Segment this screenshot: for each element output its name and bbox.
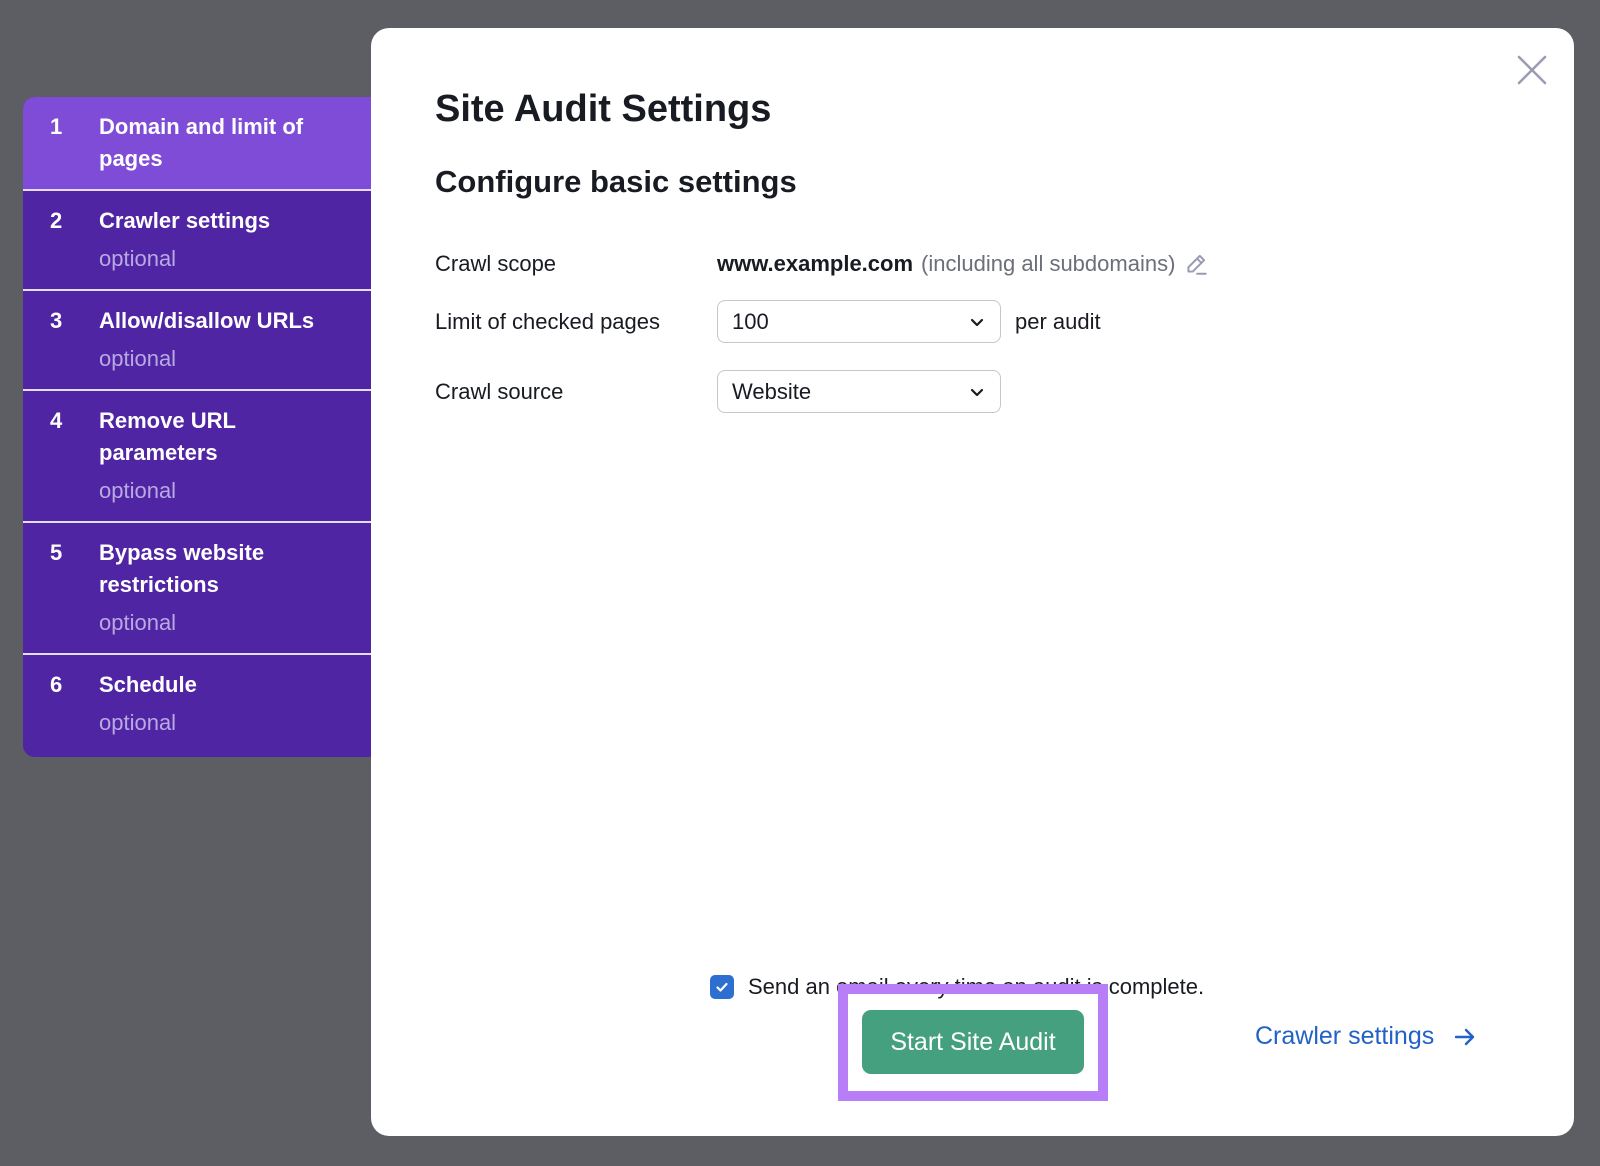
step-crawler-settings[interactable]: 2 Crawler settings optional [23,191,371,291]
step-number: 2 [50,208,63,233]
next-crawler-settings-link[interactable]: Crawler settings [1255,1022,1478,1051]
next-link-label: Crawler settings [1255,1022,1435,1050]
step-domain-and-limit[interactable]: 1 Domain and limit of pages [23,97,371,191]
checkmark-icon [716,982,728,992]
step-remove-url-parameters[interactable]: 4 Remove URL parameters optional [23,391,371,523]
source-row: Crawl source Website [435,370,1001,413]
limit-row: Limit of checked pages 100 per audit [435,300,1101,343]
limit-select[interactable]: 100 [717,300,1001,343]
section-title: Configure basic settings [435,164,797,199]
step-label: Allow/disallow URLs [99,308,315,333]
email-checkbox[interactable] [710,975,734,999]
step-label: Domain and limit of pages [99,114,304,171]
steps-sidebar: 1 Domain and limit of pages 2 Crawler se… [23,97,371,757]
limit-select-value: 100 [732,308,769,334]
limit-suffix: per audit [1015,308,1101,334]
pencil-icon[interactable] [1183,251,1209,277]
chevron-down-icon [970,388,984,396]
arrow-right-icon [1455,1028,1475,1045]
step-label: Schedule [99,672,197,697]
limit-label: Limit of checked pages [435,308,661,334]
step-optional-label: optional [99,246,177,271]
step-label: Remove URL parameters [99,408,236,465]
start-site-audit-button[interactable]: Start Site Audit [862,1010,1084,1074]
chevron-down-icon [970,318,984,326]
crawl-scope-domain: www.example.com [717,251,914,276]
step-number: 4 [50,408,63,433]
step-optional-label: optional [99,346,177,371]
step-bypass-restrictions[interactable]: 5 Bypass website restrictions optional [23,523,371,655]
settings-modal: Site Audit Settings Configure basic sett… [371,28,1574,1136]
crawl-scope-row: Crawl scope www.example.com (including a… [435,251,1209,277]
step-label: Crawler settings [99,208,271,233]
source-select-value: Website [732,378,812,404]
step-allow-disallow-urls[interactable]: 3 Allow/disallow URLs optional [23,291,371,391]
step-optional-label: optional [99,610,177,635]
step-number: 1 [50,114,63,139]
step-schedule[interactable]: 6 Schedule optional [23,655,371,757]
step-number: 6 [50,672,63,697]
crawl-scope-note: (including all subdomains) [921,251,1176,276]
close-icon[interactable] [1514,52,1550,88]
source-label: Crawl source [435,378,564,404]
step-optional-label: optional [99,710,177,735]
modal-title: Site Audit Settings [435,88,772,130]
step-optional-label: optional [99,478,177,503]
step-number: 5 [50,540,63,565]
source-select[interactable]: Website [717,370,1001,413]
step-number: 3 [50,308,63,333]
step-label: Bypass website restrictions [99,540,265,597]
crawl-scope-label: Crawl scope [435,251,557,276]
